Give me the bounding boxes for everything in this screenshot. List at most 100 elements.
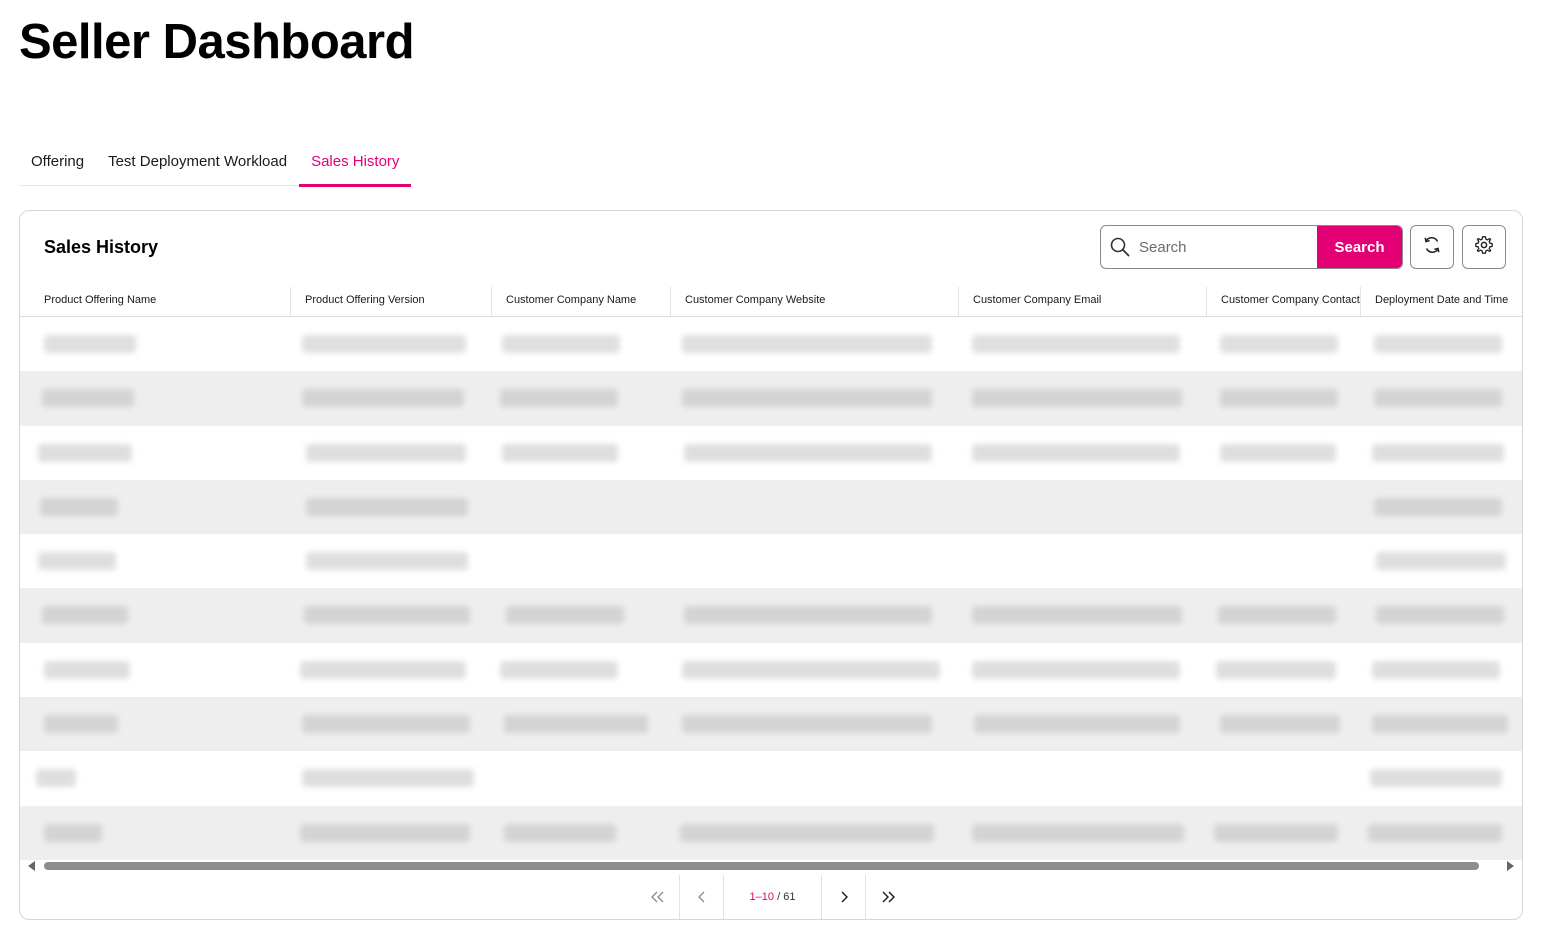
redacted-cell	[304, 606, 470, 625]
redacted-cell	[1376, 552, 1506, 571]
redacted-cell	[972, 335, 1180, 353]
redacted-cell	[1220, 443, 1336, 462]
redacted-cell	[40, 497, 118, 516]
search-icon	[1101, 226, 1139, 268]
redacted-cell	[38, 443, 132, 462]
redacted-cell	[42, 389, 134, 408]
column-header-customer-company-contact[interactable]: Customer Company Contact	[1206, 287, 1360, 316]
redacted-cell	[1372, 715, 1508, 734]
double-chevron-left-icon	[650, 887, 665, 908]
column-header-customer-company-email[interactable]: Customer Company Email	[958, 287, 1205, 316]
tab-sales-history[interactable]: Sales History	[299, 140, 412, 187]
scroll-right-arrow-icon[interactable]	[1507, 861, 1514, 871]
redacted-cell	[300, 660, 466, 679]
table-row[interactable]	[20, 317, 1522, 371]
column-header-customer-company-name[interactable]: Customer Company Name	[491, 287, 669, 316]
table-row[interactable]	[20, 643, 1522, 697]
page-indicator: 1–10 / 61	[724, 875, 821, 919]
table-row[interactable]	[20, 697, 1522, 752]
redacted-cell	[684, 606, 932, 625]
redacted-cell	[1374, 335, 1502, 353]
table-row[interactable]	[20, 751, 1522, 805]
redacted-cell	[682, 389, 932, 408]
redacted-cell	[1368, 823, 1502, 842]
redacted-cell	[682, 660, 940, 679]
table-header: Product Offering Name Product Offering V…	[20, 287, 1522, 317]
tab-offering[interactable]: Offering	[19, 140, 96, 186]
sales-history-card: Sales History Search Product Offering Na…	[19, 210, 1523, 920]
scrollbar-thumb[interactable]	[44, 862, 1479, 870]
redacted-cell	[302, 769, 474, 788]
redacted-cell	[36, 769, 76, 788]
search-box: Search	[1100, 225, 1403, 269]
column-header-product-offering-name[interactable]: Product Offering Name	[30, 287, 288, 316]
redacted-cell	[1372, 443, 1504, 462]
card-title: Sales History	[44, 237, 159, 257]
table-row[interactable]	[20, 426, 1522, 480]
redacted-cell	[972, 660, 1180, 679]
redacted-cell	[972, 389, 1182, 408]
pagination: 1–10 / 61	[636, 875, 909, 919]
redacted-cell	[506, 606, 624, 625]
redacted-cell	[44, 335, 136, 353]
first-page-button[interactable]	[636, 875, 679, 919]
redacted-cell	[1220, 389, 1338, 408]
redacted-cell	[504, 715, 648, 734]
table-row[interactable]	[20, 479, 1522, 535]
page-total: 61	[783, 891, 796, 903]
redacted-cell	[44, 823, 102, 842]
page-separator: /	[774, 891, 784, 903]
table-row[interactable]	[20, 805, 1522, 860]
scroll-left-arrow-icon[interactable]	[28, 861, 35, 871]
horizontal-scrollbar[interactable]	[20, 859, 1522, 873]
redacted-cell	[306, 443, 466, 462]
redacted-cell	[502, 443, 618, 462]
chevron-right-icon	[840, 887, 848, 908]
redacted-cell	[38, 552, 116, 571]
redacted-cell	[306, 497, 468, 516]
tab-bar: Offering Test Deployment Workload Sales …	[19, 140, 412, 187]
table-row[interactable]	[20, 534, 1522, 588]
search-button[interactable]: Search	[1317, 226, 1402, 268]
search-input[interactable]	[1139, 226, 1317, 268]
redacted-cell	[500, 660, 618, 679]
table-row[interactable]	[20, 371, 1522, 426]
redacted-cell	[682, 335, 932, 353]
refresh-icon	[1422, 235, 1442, 260]
redacted-cell	[972, 823, 1184, 842]
tab-test-deployment-workload[interactable]: Test Deployment Workload	[96, 140, 299, 186]
redacted-cell	[1218, 606, 1336, 625]
previous-page-button[interactable]	[680, 875, 723, 919]
page-title: Seller Dashboard	[19, 15, 415, 69]
redacted-cell	[302, 335, 466, 353]
redacted-cell	[302, 715, 470, 734]
redacted-cell	[500, 389, 618, 408]
redacted-cell	[44, 660, 130, 679]
redacted-cell	[44, 715, 118, 734]
double-chevron-right-icon	[881, 887, 895, 908]
column-header-product-offering-version[interactable]: Product Offering Version	[290, 287, 490, 316]
column-header-deployment-date-time[interactable]: Deployment Date and Time	[1360, 287, 1522, 316]
redacted-cell	[972, 443, 1180, 462]
redacted-cell	[302, 389, 464, 408]
next-page-button[interactable]	[822, 875, 865, 919]
redacted-cell	[1372, 660, 1500, 679]
chevron-left-icon	[697, 887, 706, 908]
gear-icon	[1474, 235, 1494, 260]
redacted-cell	[682, 715, 932, 734]
redacted-cell	[502, 335, 620, 353]
settings-button[interactable]	[1462, 225, 1506, 269]
page-range: 1–10	[749, 891, 775, 903]
table-body	[20, 317, 1522, 860]
redacted-cell	[684, 443, 932, 462]
redacted-cell	[680, 823, 934, 842]
column-header-customer-company-website[interactable]: Customer Company Website	[670, 287, 957, 316]
redacted-cell	[1216, 660, 1336, 679]
last-page-button[interactable]	[866, 875, 909, 919]
redacted-cell	[306, 552, 468, 571]
refresh-button[interactable]	[1410, 225, 1454, 269]
redacted-cell	[974, 715, 1180, 734]
redacted-cell	[1220, 715, 1340, 734]
redacted-cell	[42, 606, 128, 625]
table-row[interactable]	[20, 588, 1522, 643]
